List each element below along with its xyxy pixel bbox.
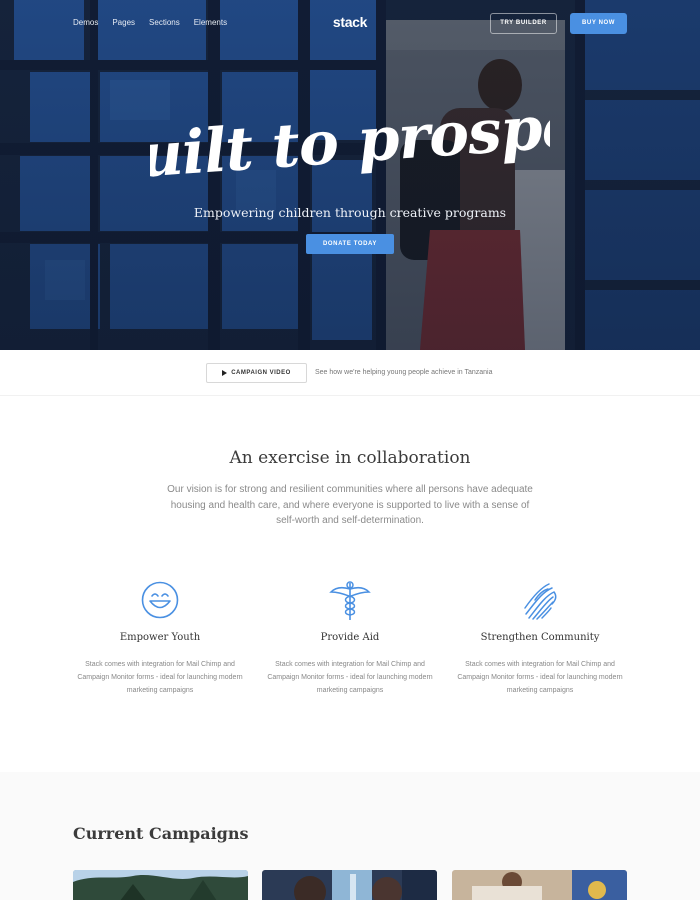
fingerprint-icon [518, 578, 562, 622]
top-navigation: Demos Pages Sections Elements stack TRY … [0, 0, 700, 46]
feature-title: Provide Aid [320, 632, 380, 643]
caduceus-icon [328, 578, 372, 622]
hero-title: Built to prosper [86, 89, 617, 200]
feature-text: Stack comes with integration for Mail Ch… [457, 661, 623, 694]
campaign-image [452, 870, 627, 900]
hero-section: Demos Pages Sections Elements stack TRY … [0, 0, 700, 350]
hero-subtitle: Empowering children through creative pro… [193, 205, 507, 220]
campaign-card[interactable] [452, 870, 627, 900]
intro-text: Our vision is for strong and resilient c… [167, 484, 533, 526]
video-strip: CAMPAIGN VIDEO See how we're helping you… [0, 350, 700, 396]
intro-section: An exercise in collaboration Our vision … [0, 396, 700, 772]
feature-title: Empower Youth [119, 632, 201, 643]
donate-button[interactable]: DONATE TODAY [306, 234, 394, 254]
hero-title-lettering: Built to prosper [86, 89, 617, 196]
campaign-card[interactable] [262, 870, 437, 900]
feature-provide-aid: Provide Aid Stack comes with integration… [255, 578, 445, 697]
video-caption: See how we're helping young people achie… [315, 369, 493, 376]
campaign-card[interactable] [73, 870, 248, 900]
campaign-image [73, 870, 248, 900]
feature-text: Stack comes with integration for Mail Ch… [267, 661, 433, 694]
intro-title: An exercise in collaboration [229, 448, 471, 468]
feature-title: Strengthen Community [480, 632, 600, 643]
campaign-image [262, 870, 437, 900]
svg-text:Built to prosper: Built to prosper [150, 90, 550, 195]
try-builder-button[interactable]: TRY BUILDER [490, 13, 557, 34]
campaigns-title: Current Campaigns [73, 824, 249, 843]
feature-strengthen-community: Strengthen Community Stack comes with in… [445, 578, 635, 697]
play-icon [222, 370, 228, 376]
smiley-icon [138, 578, 182, 622]
feature-text: Stack comes with integration for Mail Ch… [77, 661, 243, 694]
campaign-video-label: CAMPAIGN VIDEO [231, 370, 291, 376]
feature-empower-youth: Empower Youth Stack comes with integrati… [65, 578, 255, 697]
campaign-video-button[interactable]: CAMPAIGN VIDEO [206, 363, 307, 383]
buy-now-button[interactable]: BUY NOW [570, 13, 627, 34]
campaigns-section: Current Campaigns [0, 772, 700, 900]
